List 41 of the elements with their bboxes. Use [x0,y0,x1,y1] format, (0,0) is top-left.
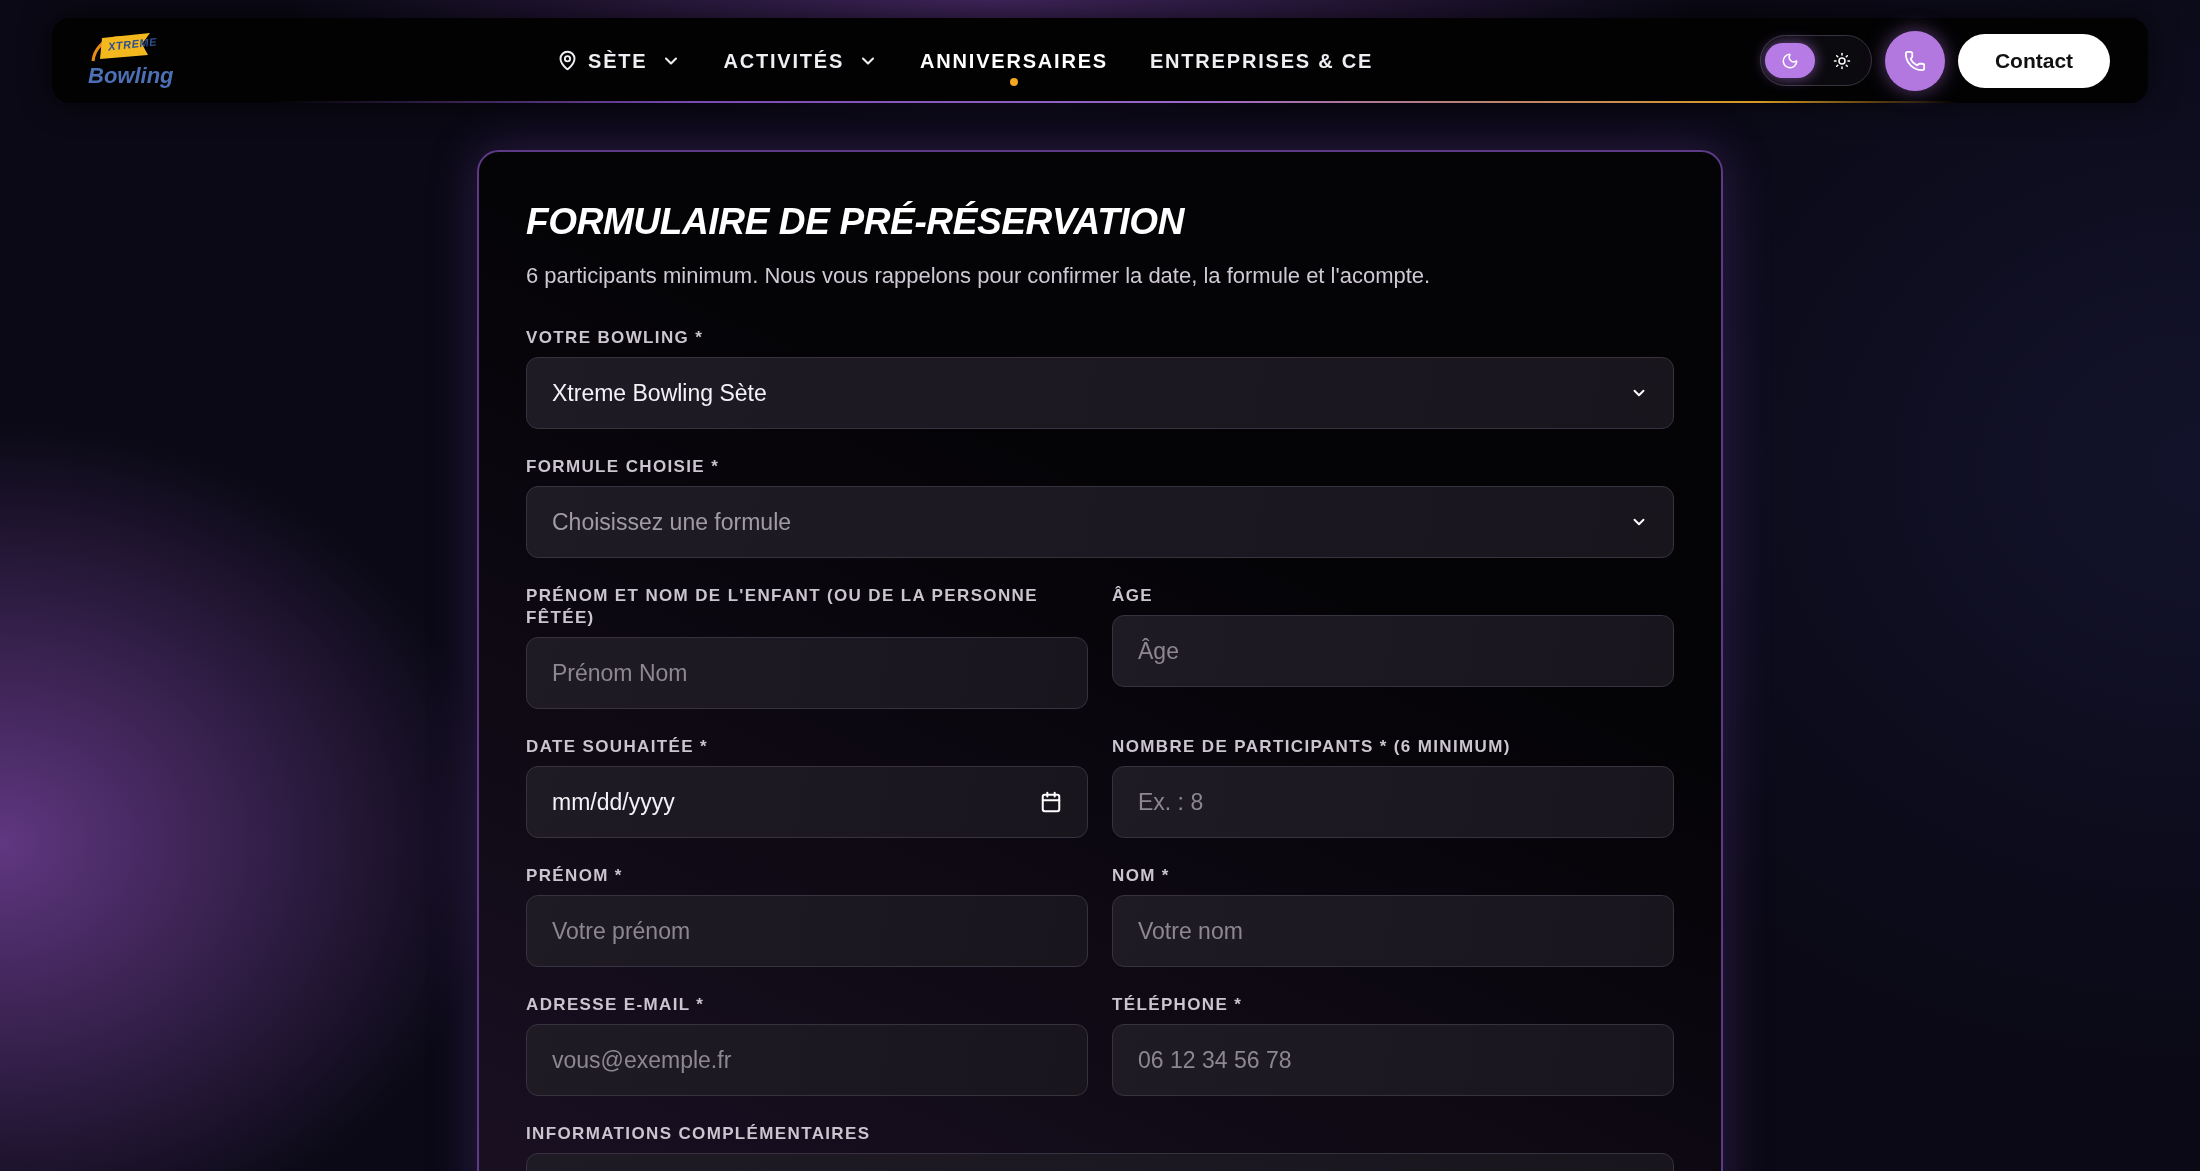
nav-link[interactable]: ANNIVERSAIRES [920,45,1108,76]
date-field[interactable]: mm/dd/yyyy [526,766,1088,838]
select-placeholder: Choisissez une formule [552,507,792,537]
text-field[interactable]: vous@exemple.fr [526,1024,1088,1096]
location-pin-icon [557,50,578,71]
logo-top-text: XTREME [107,35,158,53]
text-field[interactable]: Votre nom [1112,895,1674,967]
select-field[interactable]: Choisissez une formule [526,486,1674,558]
field-label: NOMBRE DE PARTICIPANTS * (6 MINIMUM) [1112,736,1512,758]
field-label: INFORMATIONS COMPLÉMENTAIRES [526,1123,872,1145]
nav-link[interactable]: SÈTE [557,45,682,76]
moon-icon [1781,51,1799,70]
text-field[interactable]: Ex. : 8 [1112,766,1674,838]
nav-link[interactable]: ACTIVITÉS [723,45,879,76]
calendar-icon[interactable] [1040,791,1062,813]
field-label: DATE SOUHAITÉE * [526,736,709,758]
field-label: PRÉNOM * [526,865,624,887]
contact-button[interactable]: Contact [1958,33,2110,88]
field-label: NOM * [1112,865,1171,887]
phone-icon [1904,49,1926,72]
select-value: Xtreme Bowling Sète [552,378,767,408]
text-field[interactable]: 06 12 34 56 78 [1112,1024,1674,1096]
sun-icon [1833,51,1851,70]
field-label: FORMULE CHOISIE * [526,456,721,478]
phone-button[interactable] [1885,30,1945,91]
date-value: mm/dd/yyyy [552,787,675,817]
field-label: ÂGE [1112,585,1154,607]
logo[interactable]: XTREME Bowling [88,31,176,90]
text-field[interactable]: Votre prénom [526,895,1088,967]
text-field[interactable]: Âge [1112,615,1674,687]
nav-link[interactable]: ENTREPRISES & CE [1149,45,1374,76]
select-field[interactable]: Xtreme Bowling Sète [526,357,1674,429]
form-intro: 6 participants minimum. Nous vous rappelons pour confirmer la date, la formule et l'acompte. [526,263,1432,289]
form-title: FORMULAIRE DE PRÉ-RÉSERVATION [526,200,1186,243]
field-label: ADRESSE E-MAIL * [526,994,706,1016]
field-label: PRÉNOM ET NOM DE L'ENFANT (OU DE LA PERSONNE FÊTÉE) [526,585,1039,629]
dark-mode-button[interactable] [1765,43,1815,78]
logo-bottom-text: Bowling [88,64,174,87]
text-field[interactable]: Prénom Nom [526,637,1088,709]
field-label: TÉLÉPHONE * [1112,994,1244,1016]
field-label: VOTRE BOWLING * [526,327,705,349]
